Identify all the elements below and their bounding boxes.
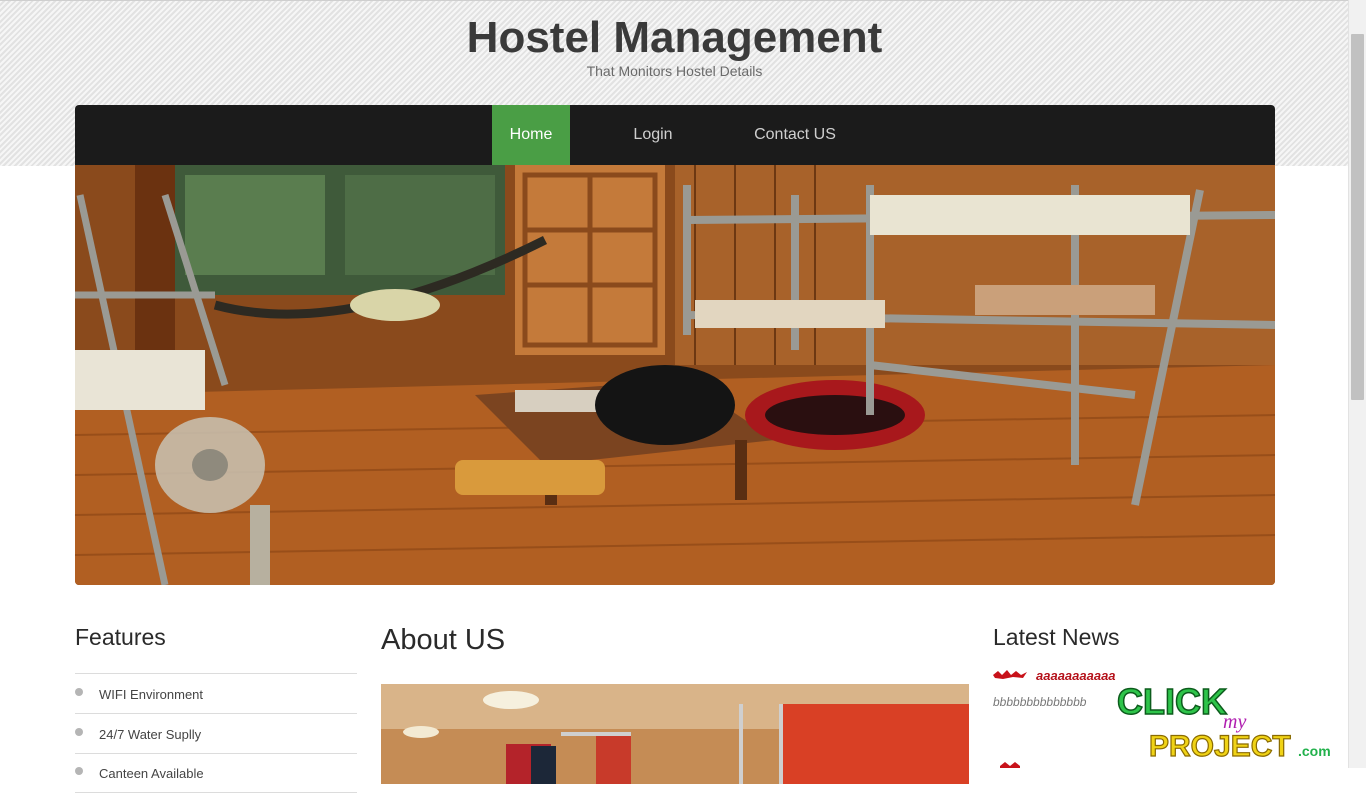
dorm-room-illustration [75,165,1275,585]
features-heading: Features [75,624,166,650]
watermark-line3: PROJECT [1149,730,1291,762]
feature-item: Canteen Available [75,753,357,793]
site-title: Hostel Management [466,13,883,62]
hero-dorm-photo [75,165,1275,585]
bullet-icon [75,767,83,775]
scrollbar-thumb[interactable] [1351,34,1364,400]
watermark-line1: CLICK [1117,681,1227,722]
nav-login-link[interactable]: Login [615,105,691,165]
feature-label: 24/7 Water Suplly [99,727,202,742]
feature-label: WIFI Environment [99,687,204,702]
news-new-icon [1000,762,1020,768]
news-body: bbbbbbbbbbbbbb [993,695,1087,709]
clickmyproject-watermark-logo: CLICK my PROJECT .com [1116,680,1331,762]
nav-home-link[interactable]: Home [492,105,570,165]
feature-item: 24/7 Water Suplly [75,714,357,754]
watermark-suffix: .com [1298,743,1331,759]
room-photo-illustration [381,684,969,784]
about-room-photo [381,684,969,784]
site-tagline: That Monitors Hostel Details [586,63,763,79]
about-heading: About US [381,624,506,656]
news-headline-link[interactable]: aaaaaaaaaaa [1036,668,1116,683]
bullet-icon [75,688,83,696]
feature-item: WIFI Environment [75,674,357,714]
bullet-icon [75,728,83,736]
news-new-icon [993,670,1027,679]
page-scrollbar[interactable] [1348,0,1366,768]
nav-contact-link[interactable]: Contact US [735,105,855,165]
main-navbar: Home Login Contact US [75,105,1275,165]
news-heading: Latest News [993,624,1120,650]
feature-label: Canteen Available [99,766,204,781]
